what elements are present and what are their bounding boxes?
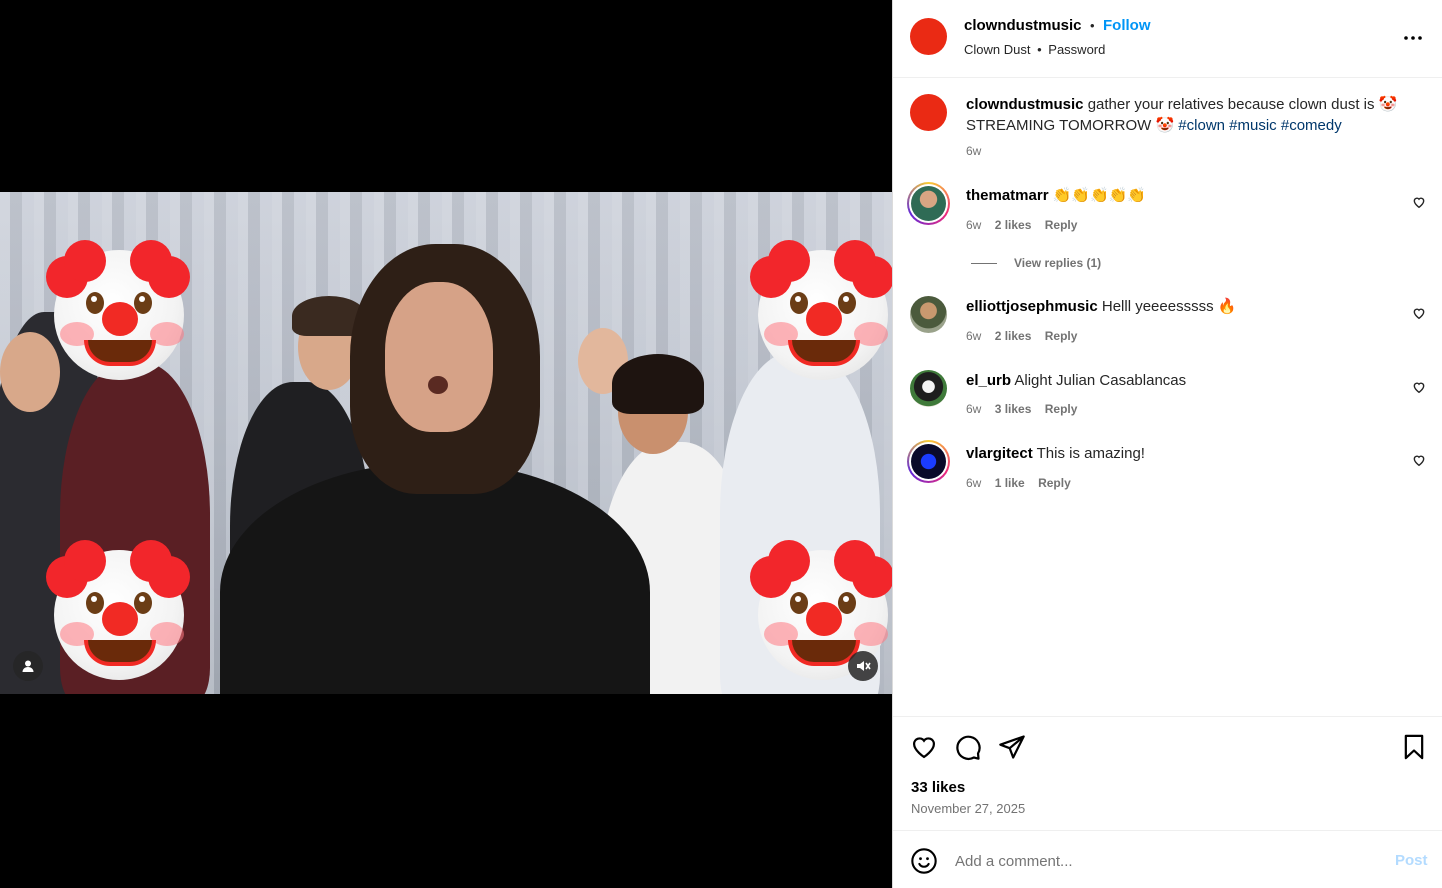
hashtag-music[interactable]: #music <box>1229 117 1277 134</box>
post-date[interactable]: November 27, 2025 <box>911 801 1025 816</box>
comment-time[interactable]: 6w <box>966 218 981 232</box>
comment-avatar[interactable] <box>910 370 947 407</box>
actions-divider <box>893 716 1442 717</box>
follow-button[interactable]: Follow <box>1103 17 1151 34</box>
view-replies-button[interactable]: View replies (1) <box>1014 256 1101 270</box>
bookmark-icon[interactable] <box>1400 733 1428 761</box>
clown-emoji <box>46 240 190 382</box>
video-frame[interactable] <box>0 192 892 694</box>
comment-icon[interactable] <box>954 733 982 761</box>
comment-body: el_urb Alight Julian Casablancas <box>966 370 1186 391</box>
audio-line: Clown Dust • Password <box>964 42 1105 57</box>
background-person-hair <box>612 354 704 414</box>
comment-avatar[interactable] <box>907 440 950 483</box>
comment-like-heart-icon[interactable] <box>1412 453 1426 467</box>
author-username[interactable]: clowndustmusic <box>964 17 1082 34</box>
comment-reply-button[interactable]: Reply <box>1045 218 1078 232</box>
emoji-icon[interactable] <box>910 847 938 875</box>
share-icon[interactable] <box>998 733 1026 761</box>
comment-username[interactable]: elliottjosephmusic <box>966 298 1098 315</box>
comment-body: elliottjosephmusic Helll yeeeesssss 🔥 <box>966 296 1236 317</box>
likes-count[interactable]: 33 likes <box>911 779 965 796</box>
clown-emoji <box>46 540 190 682</box>
comment-like-heart-icon[interactable] <box>1412 306 1426 320</box>
user-tag-icon[interactable] <box>13 651 43 681</box>
replies-divider <box>971 263 997 264</box>
comment-text: Helll yeeeesssss 🔥 <box>1101 298 1237 315</box>
caption-author-avatar[interactable] <box>910 94 947 131</box>
muted-speaker-icon[interactable] <box>848 651 878 681</box>
comment-avatar[interactable] <box>910 296 947 333</box>
post-media[interactable] <box>0 0 892 888</box>
dot-separator: • <box>1089 18 1095 33</box>
post-comment-button[interactable]: Post <box>1395 852 1428 869</box>
comment-divider <box>893 830 1442 831</box>
comment-text: 👏👏👏👏👏 <box>1052 187 1147 204</box>
comment-likes[interactable]: 2 likes <box>995 218 1032 232</box>
audio-title[interactable]: Clown Dust <box>964 42 1030 57</box>
comment-text: This is amazing! <box>1036 445 1145 462</box>
dot-separator: • <box>1037 42 1042 57</box>
comment-time[interactable]: 6w <box>966 329 981 343</box>
clown-emoji <box>750 240 892 382</box>
comment-likes[interactable]: 3 likes <box>995 402 1032 416</box>
comment-reply-button[interactable]: Reply <box>1045 329 1078 343</box>
post-header: clowndustmusic • Follow Clown Dust • Pas… <box>893 0 1442 78</box>
hashtag-comedy[interactable]: #comedy <box>1281 117 1342 134</box>
comment-likes[interactable]: 2 likes <box>995 329 1032 343</box>
author-avatar[interactable] <box>910 18 947 55</box>
comment-reply-button[interactable]: Reply <box>1038 476 1071 490</box>
comment-meta: 6w 2 likes Reply <box>966 218 1077 232</box>
heart-icon[interactable] <box>910 733 938 761</box>
comment-like-heart-icon[interactable] <box>1412 195 1426 209</box>
post-side-panel: clowndustmusic • Follow Clown Dust • Pas… <box>892 0 1442 888</box>
comment-body: vlargitect This is amazing! <box>966 443 1145 464</box>
comment-username[interactable]: el_urb <box>966 372 1011 389</box>
comment-meta: 6w 2 likes Reply <box>966 329 1077 343</box>
comment-username[interactable]: thematmarr <box>966 187 1049 204</box>
caption: clowndustmusic gather your relatives bec… <box>966 94 1416 136</box>
more-options-icon[interactable] <box>1401 26 1425 50</box>
comment-text: Alight Julian Casablancas <box>1014 372 1187 389</box>
comment-body: thematmarr 👏👏👏👏👏 <box>966 185 1146 206</box>
comment-meta: 6w 1 like Reply <box>966 476 1071 490</box>
comment-input[interactable] <box>955 849 1375 873</box>
main-performer-face <box>385 282 493 432</box>
caption-time[interactable]: 6w <box>966 144 981 158</box>
main-performer-mouth <box>428 376 448 394</box>
comment-time[interactable]: 6w <box>966 402 981 416</box>
comment-avatar[interactable] <box>907 182 950 225</box>
comment-reply-button[interactable]: Reply <box>1045 402 1078 416</box>
caption-username[interactable]: clowndustmusic <box>966 96 1084 113</box>
comment-meta: 6w 3 likes Reply <box>966 402 1077 416</box>
author-line: clowndustmusic • Follow <box>964 17 1151 35</box>
hashtag-clown[interactable]: #clown <box>1178 117 1225 134</box>
comment-time[interactable]: 6w <box>966 476 981 490</box>
comment-username[interactable]: vlargitect <box>966 445 1033 462</box>
comment-likes[interactable]: 1 like <box>995 476 1025 490</box>
audio-sub[interactable]: Password <box>1048 42 1105 57</box>
comment-like-heart-icon[interactable] <box>1412 380 1426 394</box>
